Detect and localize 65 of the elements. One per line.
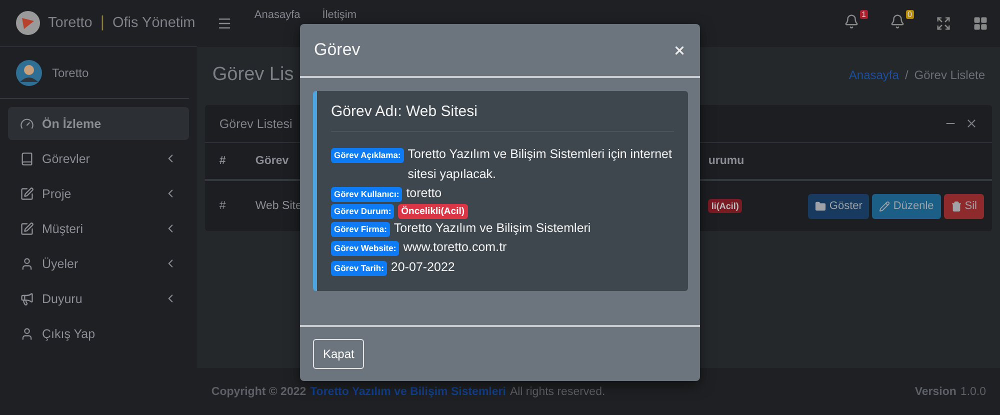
nav-link[interactable]: İletişim	[322, 9, 356, 21]
breadcrumb-separator: /	[904, 68, 908, 82]
sidebar-item[interactable]: Üyeler	[8, 247, 190, 280]
user-name[interactable]: Toretto	[52, 66, 89, 80]
bell-icon[interactable]	[844, 14, 859, 28]
edit-icon	[20, 186, 34, 200]
sidebar-item[interactable]: Duyuru	[8, 282, 190, 315]
close-button[interactable]	[673, 44, 686, 56]
edit-icon	[20, 222, 34, 236]
fullscreen-icon[interactable]	[936, 16, 951, 31]
field-value: Toretto Yazılım ve Bilişim Sistemleri için internet sitesi yapılacak.	[408, 146, 673, 183]
copyright-text: Copyright © 2022	[211, 386, 306, 398]
close-dialog-button[interactable]: Kapat	[313, 339, 364, 369]
field-label: Görev Kullanıcı:	[331, 187, 402, 202]
avatar-icon	[16, 60, 42, 86]
column-header: #	[219, 155, 226, 167]
sidebar-item[interactable]: Görevler	[8, 142, 190, 175]
delete-button[interactable]: Sil	[944, 194, 984, 218]
folder-icon	[815, 200, 826, 212]
bell-icon[interactable]	[890, 14, 905, 28]
column-header: Görev	[255, 155, 289, 167]
trash-icon	[950, 200, 962, 212]
sidebar-item[interactable]: Müşteri	[8, 212, 190, 245]
field-value: Toretto Yazılım ve Bilişim Sistemleri	[394, 220, 591, 237]
field-label: Görev Website:	[331, 241, 400, 256]
version-label: Version	[914, 386, 956, 398]
pencil-icon	[879, 200, 890, 212]
user-icon	[20, 326, 34, 340]
brand-name: Toretto	[48, 15, 92, 31]
field-label: Görev Firma:	[331, 222, 390, 236]
sidebar-item[interactable]: Proje	[8, 177, 190, 210]
page-title: Görev Lis	[212, 64, 294, 86]
brand-subtitle: Ofis Yönetim	[112, 15, 196, 31]
field-value: www.toretto.com.tr	[403, 239, 507, 256]
close-icon[interactable]	[965, 117, 978, 130]
rights-text: All rights reserved.	[510, 386, 606, 398]
gauge-icon	[20, 116, 34, 130]
column-header: urumu	[708, 155, 744, 167]
field-label: Görev Durum:	[331, 204, 394, 218]
priority-badge: Öncelikli(Acil)	[398, 204, 468, 218]
field-label: Görev Açıklama:	[331, 148, 404, 163]
sidebar-item[interactable]: Ön İzleme	[8, 107, 190, 140]
show-button[interactable]: Göster	[808, 194, 870, 218]
sidebar-item[interactable]: Çıkış Yap	[8, 317, 190, 350]
task-heading: Görev Adı: Web Sitesi	[331, 103, 674, 132]
grid-icon[interactable]	[973, 16, 988, 31]
brand-separator: |	[100, 14, 104, 32]
book-icon	[20, 152, 34, 166]
card-title: Görev Listesi	[219, 116, 292, 130]
field-label: Görev Tarih:	[331, 260, 387, 276]
logo-icon	[16, 11, 40, 35]
notification-badge: 0	[906, 10, 914, 18]
version-number: 1.0.0	[960, 386, 986, 398]
dialog-title: Görev	[314, 40, 360, 60]
field-value: 20-07-2022	[390, 258, 455, 276]
user-icon	[20, 256, 34, 270]
table-cell: #	[219, 200, 226, 212]
nav-link[interactable]: Anasayfa	[254, 9, 300, 21]
breadcrumb-current: Görev Lislete	[914, 68, 985, 82]
status-badge: li(Acil)	[708, 199, 742, 213]
menu-icon[interactable]	[217, 16, 232, 31]
edit-button[interactable]: Düzenle	[872, 194, 941, 218]
megaphone-icon	[20, 292, 34, 306]
notification-badge: 1	[860, 10, 868, 18]
field-value: toretto	[406, 185, 442, 202]
